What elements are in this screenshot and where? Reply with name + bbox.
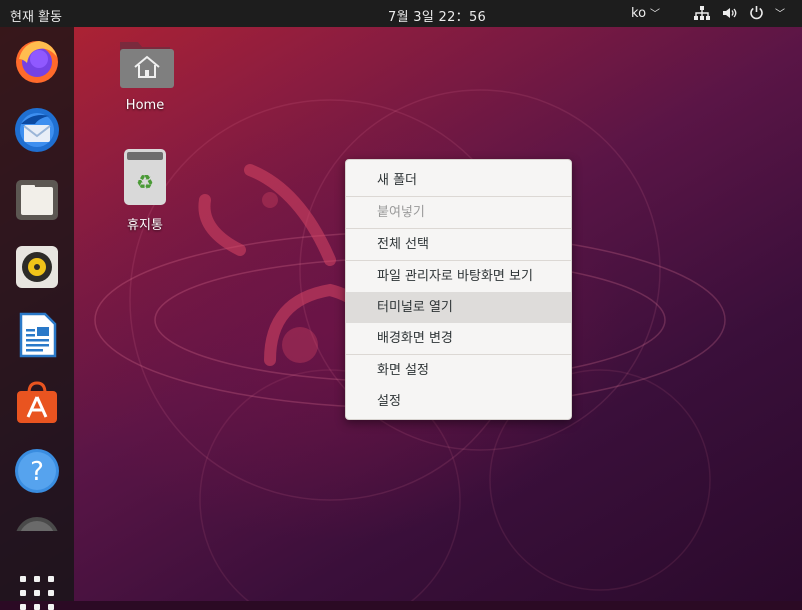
- trash-label: 휴지통: [127, 218, 163, 233]
- home-folder[interactable]: Home: [112, 36, 178, 113]
- network-icon[interactable]: [694, 6, 710, 24]
- dock: ?: [0, 27, 74, 610]
- menu-item-select-all[interactable]: 전체 선택: [346, 229, 571, 260]
- input-language-indicator[interactable]: ko ﹀: [631, 5, 660, 21]
- menu-item-paste: 붙여넣기: [377, 205, 425, 220]
- thunderbird-icon[interactable]: [13, 106, 61, 154]
- show-applications-icon[interactable]: [20, 576, 54, 610]
- home-folder-label: Home: [125, 98, 165, 113]
- firefox-icon[interactable]: [13, 37, 61, 85]
- menu-item-show-in-files[interactable]: 파일 관리자로 바탕화면 보기: [346, 261, 571, 292]
- system-menu-chevron-icon[interactable]: ﹀: [775, 5, 785, 20]
- svg-text:?: ?: [30, 457, 44, 487]
- menu-item-new-folder[interactable]: 새 폴더: [346, 165, 571, 196]
- clock[interactable]: 7월 3일 22：56: [388, 6, 486, 25]
- trash[interactable]: ♻ 휴지통: [112, 148, 178, 233]
- power-icon[interactable]: [749, 5, 764, 24]
- activities-button[interactable]: 현재 활동: [10, 6, 62, 25]
- help-icon[interactable]: ?: [13, 447, 61, 495]
- rhythmbox-icon[interactable]: [13, 243, 61, 291]
- libreoffice-writer-icon[interactable]: [13, 311, 61, 359]
- menu-item-display-settings[interactable]: 화면 설정: [346, 355, 571, 386]
- partial-dock-icon[interactable]: [13, 515, 61, 531]
- menu-item-settings[interactable]: 설정: [346, 386, 571, 417]
- desktop-context-menu: 새 폴더 붙여넣기 전체 선택 파일 관리자로 바탕화면 보기 터미널로 열기 …: [345, 159, 572, 420]
- ubuntu-software-icon[interactable]: [13, 379, 61, 427]
- menu-item-open-terminal[interactable]: 터미널로 열기: [346, 292, 571, 323]
- language-label: ko: [631, 6, 647, 21]
- files-icon[interactable]: [13, 175, 61, 223]
- svg-text:♻: ♻: [136, 170, 154, 194]
- chevron-down-icon: ﹀: [650, 9, 661, 20]
- home-folder-icon: [120, 42, 174, 88]
- top-bar: 현재 활동 7월 3일 22：56 ko ﹀ ﹀: [0, 0, 802, 27]
- volume-icon[interactable]: [722, 6, 737, 24]
- menu-item-change-background[interactable]: 배경화면 변경: [346, 323, 571, 354]
- trash-icon: ♻: [124, 149, 166, 205]
